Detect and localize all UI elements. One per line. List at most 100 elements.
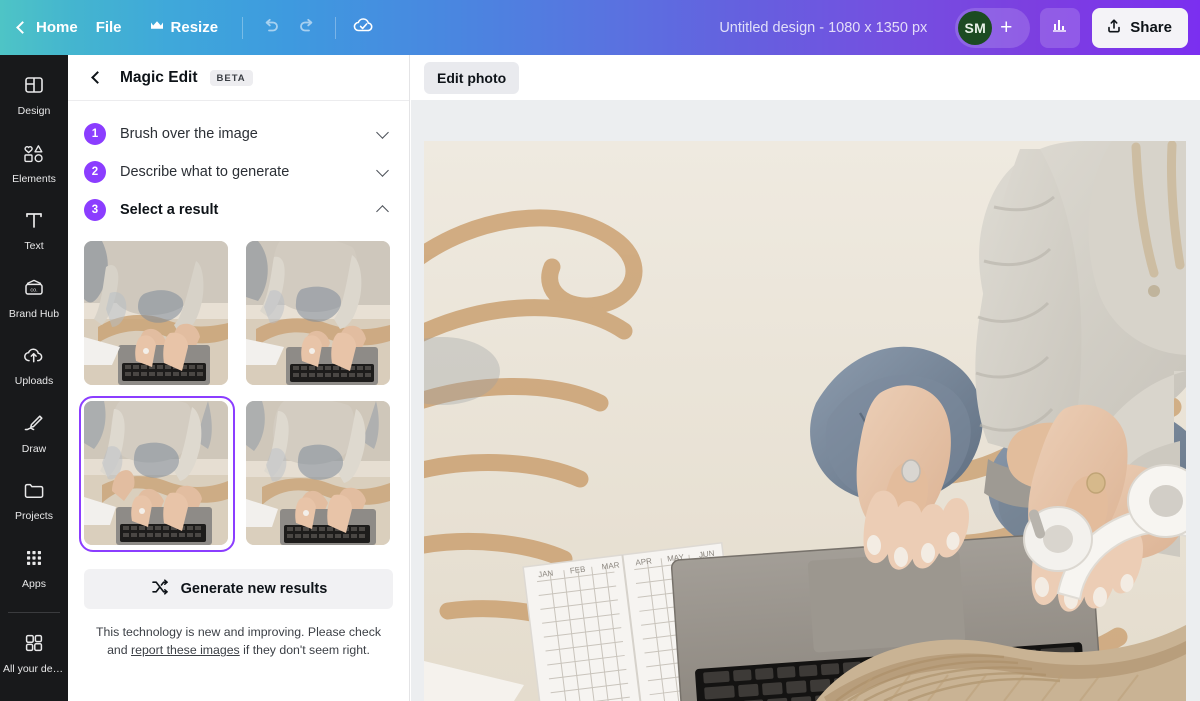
redo-arrow-icon bbox=[297, 15, 317, 40]
undo-button[interactable] bbox=[253, 10, 289, 46]
photo-illustration: JANFEB MARAPR MAYJUN OCTNOV DEC bbox=[424, 141, 1186, 701]
step-number: 2 bbox=[84, 161, 106, 183]
sidebar-item-label: Draw bbox=[21, 443, 47, 455]
sidebar-item-text[interactable]: Text bbox=[4, 200, 64, 260]
svg-text:JAN: JAN bbox=[538, 569, 554, 580]
sidebar-item-label: All your desi... bbox=[3, 664, 65, 676]
sidebar-item-label: Text bbox=[24, 241, 44, 253]
share-button[interactable]: Share bbox=[1092, 7, 1188, 48]
shapes-icon bbox=[22, 142, 46, 169]
toolbar-divider-2 bbox=[335, 16, 337, 39]
sidebar-bottom-section: All your desi... bbox=[0, 608, 68, 701]
step-number: 1 bbox=[84, 123, 106, 145]
top-toolbar: Home File Resize Untitled design - 1080 … bbox=[0, 0, 1200, 55]
generate-new-results-button[interactable]: Generate new results bbox=[84, 569, 393, 609]
crown-icon bbox=[150, 19, 164, 36]
disclaimer-text: This technology is new and improving. Pl… bbox=[92, 623, 385, 660]
avatar: SM bbox=[958, 10, 993, 45]
cloud-upload-icon bbox=[22, 344, 46, 371]
panel-back-button[interactable] bbox=[84, 66, 108, 90]
canvas-area: Edit photo JAN FEB MAR APR MAY JUN bbox=[411, 55, 1200, 701]
page-title: Magic Edit bbox=[120, 68, 198, 86]
result-thumbnail-3[interactable] bbox=[79, 396, 235, 552]
thumbnail-image bbox=[84, 401, 228, 545]
toolbar-divider-1 bbox=[242, 16, 244, 39]
sidebar-item-draw[interactable]: Draw bbox=[4, 403, 64, 463]
sidebar-item-label: Brand Hub bbox=[8, 308, 60, 320]
thumbnail-image bbox=[245, 401, 390, 545]
thumbnail-image bbox=[84, 241, 228, 385]
grid-dots-icon bbox=[23, 547, 45, 574]
bar-chart-icon bbox=[1050, 15, 1070, 40]
thumbnail-photo-1 bbox=[84, 241, 228, 385]
panel-header: Magic Edit BETA bbox=[68, 55, 409, 101]
design-photo[interactable]: JANFEB MARAPR MAYJUN OCTNOV DEC bbox=[424, 141, 1186, 701]
sidebar-item-apps[interactable]: Apps bbox=[4, 538, 64, 598]
canvas-stage[interactable]: JANFEB MARAPR MAYJUN OCTNOV DEC bbox=[411, 101, 1200, 701]
sidebar-item-brand-hub[interactable]: co. Brand Hub bbox=[4, 268, 64, 328]
steps-list: 1 Brush over the image 2 Describe what t… bbox=[68, 101, 409, 229]
step-label: Describe what to generate bbox=[120, 164, 290, 180]
sidebar-item-label: Elements bbox=[12, 173, 56, 185]
magic-edit-panel: Magic Edit BETA 1 Brush over the image 2… bbox=[68, 55, 410, 701]
shuffle-icon bbox=[150, 577, 170, 601]
sidebar-item-label: Projects bbox=[15, 511, 53, 523]
document-title[interactable]: Untitled design - 1080 x 1350 px bbox=[709, 14, 937, 42]
squares-icon bbox=[23, 632, 45, 659]
result-thumbnail-4[interactable] bbox=[245, 401, 392, 547]
disclaimer-post: if they don't seem right. bbox=[239, 643, 370, 658]
thumbnail-photo-4 bbox=[245, 401, 390, 545]
home-label: Home bbox=[36, 19, 78, 36]
sidebar-item-uploads[interactable]: Uploads bbox=[4, 335, 64, 395]
home-button[interactable]: Home bbox=[0, 10, 82, 46]
chevron-down-icon[interactable] bbox=[376, 163, 389, 177]
redo-button[interactable] bbox=[289, 10, 325, 46]
edit-photo-button[interactable]: Edit photo bbox=[424, 61, 520, 94]
text-t-icon bbox=[23, 209, 45, 236]
step-label: Brush over the image bbox=[120, 126, 258, 142]
svg-text:co.: co. bbox=[30, 287, 37, 293]
share-upload-icon bbox=[1105, 17, 1123, 39]
canvas-toolbar: Edit photo bbox=[411, 55, 1200, 101]
results-grid bbox=[68, 229, 409, 552]
top-toolbar-right: Untitled design - 1080 x 1350 px SM + Sh… bbox=[709, 0, 1200, 55]
cloud-save-status-button[interactable] bbox=[346, 10, 382, 46]
step-label: Select a result bbox=[120, 202, 219, 218]
plus-icon[interactable]: + bbox=[992, 17, 1020, 38]
thumbnail-photo-2 bbox=[245, 241, 390, 385]
sidebar-item-design[interactable]: Design bbox=[4, 65, 64, 125]
sidebar-item-all-your-designs[interactable]: All your desi... bbox=[3, 623, 65, 683]
resize-button[interactable]: Resize bbox=[136, 10, 233, 46]
layout-panels-icon bbox=[23, 74, 45, 101]
generate-label: Generate new results bbox=[180, 581, 328, 597]
sidebar-item-label: Design bbox=[17, 106, 51, 117]
share-label: Share bbox=[1130, 19, 1172, 36]
status-badge: BETA bbox=[209, 69, 253, 86]
chevron-up-icon[interactable] bbox=[376, 205, 389, 218]
thumbnail-photo-3 bbox=[84, 401, 228, 545]
step-select-a-result[interactable]: 3 Select a result bbox=[84, 191, 393, 229]
pen-draw-icon bbox=[22, 412, 46, 439]
step-brush-over-image[interactable]: 1 Brush over the image bbox=[84, 115, 393, 153]
sidebar-divider bbox=[8, 612, 60, 614]
report-images-link[interactable]: report these images bbox=[131, 643, 240, 657]
result-thumbnail-2[interactable] bbox=[245, 241, 392, 387]
resize-label: Resize bbox=[170, 19, 219, 36]
sidebar-item-projects[interactable]: Projects bbox=[4, 470, 64, 530]
sidebar-item-elements[interactable]: Elements bbox=[4, 133, 64, 193]
file-menu-button[interactable]: File bbox=[82, 10, 136, 46]
step-describe-what-to-generate[interactable]: 2 Describe what to generate bbox=[84, 153, 393, 191]
folder-icon bbox=[22, 479, 46, 506]
chevron-down-icon[interactable] bbox=[376, 125, 389, 139]
collaborators-group[interactable]: SM + bbox=[955, 7, 1031, 48]
left-sidebar: Design Elements Text co. Brand Hub Uploa… bbox=[0, 55, 68, 701]
svg-text:FEB: FEB bbox=[569, 565, 586, 576]
cloud-saved-icon bbox=[352, 15, 376, 40]
chevron-left-icon bbox=[16, 21, 29, 34]
sidebar-item-label: Uploads bbox=[14, 376, 54, 388]
step-number: 3 bbox=[84, 199, 106, 221]
file-label: File bbox=[95, 19, 122, 36]
thumbnail-image bbox=[245, 241, 390, 385]
insights-button[interactable] bbox=[1040, 7, 1081, 48]
result-thumbnail-1[interactable] bbox=[84, 241, 230, 387]
